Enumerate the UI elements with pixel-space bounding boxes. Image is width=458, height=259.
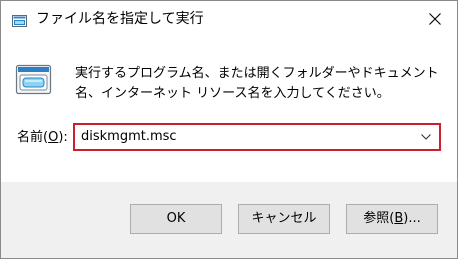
open-label-suffix: ): [58,130,68,145]
instructions-text: 実行するプログラム名、または開くフォルダーやドキュメント名、インターネット リソ… [75,66,439,101]
open-label-prefix: 名前( [17,130,49,145]
close-button[interactable] [419,5,451,33]
ok-button[interactable]: OK [130,204,222,234]
title-bar[interactable]: ファイル名を指定して実行 [1,1,457,37]
cancel-button[interactable]: キャンセル [238,204,330,234]
run-program-icon [15,64,53,96]
run-dialog-icon [12,12,27,27]
browse-button[interactable]: 参照(B)... [346,204,438,234]
open-label-access-key: O [48,130,59,145]
open-label: 名前(O): [17,129,68,147]
chevron-down-icon[interactable] [421,134,431,140]
open-combobox[interactable] [73,123,441,151]
open-input[interactable] [81,125,401,149]
run-dialog-window: ファイル名を指定して実行 実行するプログラム名、または開くフォルダーやドキュメン… [0,0,458,259]
window-title: ファイル名を指定して実行 [36,11,204,27]
browse-label-suffix: )... [403,211,421,226]
close-icon [429,13,441,25]
browse-label-access-key: B [394,211,404,226]
browse-label-prefix: 参照( [363,211,395,226]
